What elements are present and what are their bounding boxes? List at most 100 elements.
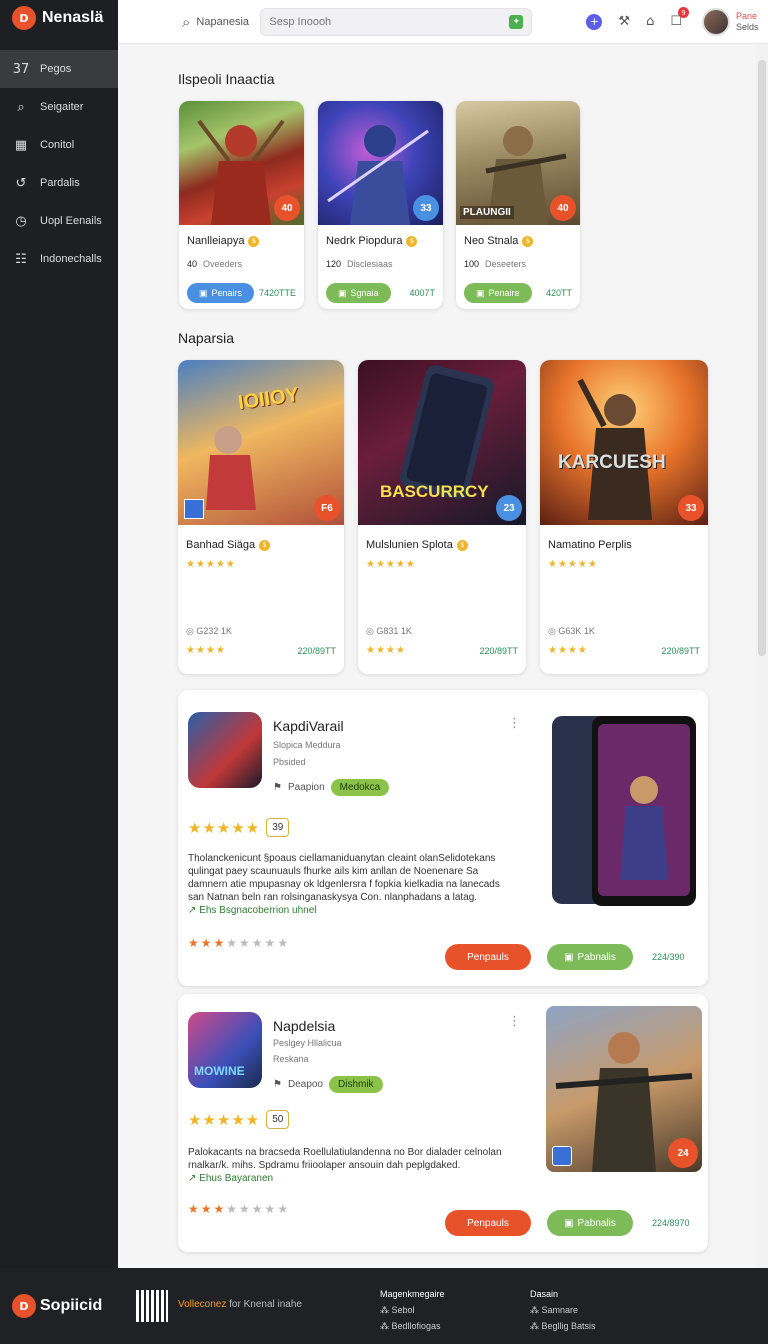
avatar[interactable] — [701, 7, 730, 36]
bag-icon: ▣ — [338, 287, 347, 298]
bag-icon[interactable]: ⌂ — [646, 14, 654, 29]
card-meta: 120 Disclesiaas — [326, 259, 393, 269]
download-count: ◎ G63K 1K — [548, 626, 595, 636]
download-count: ◎ G232 1K — [186, 626, 232, 636]
game-card[interactable]: KARCUESH 33 Namatino Perplis ★★★★★ ◎ G63… — [540, 360, 708, 674]
sidebar-item-pardalis[interactable]: ↺ Pardalis — [0, 164, 118, 202]
star-rating: ★★★★★ — [188, 818, 261, 837]
star-rating: ★★★★★ — [186, 559, 236, 570]
game-thumbnail: BASCURRCY 23 — [358, 360, 526, 525]
primary-button[interactable]: Penpauls — [445, 944, 531, 970]
more-link[interactable]: ↗ Ehus Bayaranen — [188, 1173, 273, 1184]
sidebar-item-uopl-eenails[interactable]: ◷ Uopl Eenails — [0, 202, 118, 240]
game-thumbnail: KARCUESH 33 — [540, 360, 708, 525]
app-name[interactable]: KapdiVarail — [273, 718, 344, 734]
footer-brand[interactable]: D Sopiicid — [12, 1294, 102, 1318]
game-card[interactable]: PLAUNGII 40 Neo Stnala $ 100 Deseeters ▣ Pe… — [456, 101, 580, 309]
search-placeholder: Sesp Inoooh — [269, 15, 332, 28]
more-link[interactable]: ↗ Ehs Bsgnacoberrion uhnel — [188, 905, 316, 916]
coin-icon: $ — [259, 539, 271, 551]
app-icon[interactable]: MOWINE — [188, 1012, 262, 1088]
sidebar-item-seigaiter[interactable]: ⌕ Seigaiter — [0, 88, 118, 126]
sidebar-item-indonechalls[interactable]: ☷ Indonechalls — [0, 240, 118, 278]
card-action-button[interactable]: ▣ Sgnaia — [326, 283, 391, 303]
tag-icon: ⚑ — [273, 782, 282, 793]
footer-heading: Magenkmegaire — [380, 1289, 445, 1299]
more-options-icon[interactable]: ⋮ — [508, 1014, 521, 1029]
footer-column: Dasain ⁂ Samnare ⁂ Begllig Batsis — [530, 1286, 596, 1334]
footer-link[interactable]: ⁂ Bedllofiogas — [380, 1318, 445, 1334]
app-developer: Slopica Meddura — [273, 740, 341, 750]
breadcrumb[interactable]: Napanesia — [196, 16, 256, 28]
user-rating[interactable]: ★★★★★★★★ — [188, 1202, 290, 1216]
star-rating: ★★★★★ — [548, 559, 598, 570]
search-submit-icon[interactable]: ✦ — [509, 14, 524, 29]
sidebar-item-conitol[interactable]: ▦ Conitol — [0, 126, 118, 164]
phone-screenshot[interactable] — [550, 710, 700, 910]
footer-link[interactable]: ⁂ Begllig Batsis — [530, 1318, 596, 1334]
game-screenshot[interactable]: 24 — [546, 1006, 702, 1172]
game-card[interactable]: 33 Nedrk Piopdura $ 120 Disclesiaas ▣ Sgnai… — [318, 101, 443, 309]
sidebar-item-pegos[interactable]: 37 Pegos — [0, 50, 118, 88]
chip-label: Paapion — [287, 782, 325, 793]
app-icon-title: MOWINE — [194, 1064, 245, 1078]
game-banner: PLAUNGII — [460, 206, 514, 219]
price-label: 224/390 — [652, 952, 685, 962]
search-icon[interactable]: ⌕ — [182, 13, 190, 31]
card-action-button[interactable]: ▣ Penaire — [464, 283, 532, 303]
star-rating: ★★★★ — [548, 645, 588, 656]
app-description: Palokacants na bracseda Roellulatiulande… — [188, 1147, 502, 1184]
score-badge: 33 — [413, 195, 439, 221]
card-price: 220/89TT — [479, 645, 518, 656]
user-subtitle: Selds — [735, 21, 759, 32]
card-price: 420TT — [545, 288, 572, 298]
footer-link[interactable]: ⁂ Samnare — [530, 1302, 596, 1318]
sidebar-item-label: Uopl Eenails — [40, 215, 102, 227]
card-title: Banhad Siäga $ — [186, 539, 336, 551]
scrollbar[interactable] — [758, 60, 766, 656]
tag-icon: ⚑ — [273, 1079, 282, 1090]
bag-icon: ▣ — [564, 1217, 574, 1229]
rating-value: 39 — [266, 818, 290, 837]
category-chip[interactable]: Medokca — [330, 779, 390, 796]
app-name[interactable]: Napdelsia — [273, 1018, 335, 1034]
grid-icon: ▦ — [14, 137, 28, 153]
key-icon[interactable]: ⚒ — [618, 14, 630, 29]
rating-value: 50 — [266, 1110, 290, 1129]
footer-heading: Dasain — [530, 1289, 559, 1299]
card-title: Nedrk Piopdura $ — [326, 235, 435, 247]
primary-button[interactable]: Penpauls — [445, 1210, 531, 1236]
more-options-icon[interactable]: ⋮ — [508, 716, 521, 731]
category-chip[interactable]: Dishmik — [329, 1076, 383, 1093]
secondary-button[interactable]: ▣ Pabnalis — [547, 1210, 633, 1236]
app-description: Tholanckenicunt §poaus ciellamaniduanyta… — [188, 853, 500, 916]
bag-icon: ▣ — [564, 951, 574, 963]
card-action-button[interactable]: ▣ Penairs — [187, 283, 255, 303]
clock-icon: ◷ — [15, 213, 27, 229]
game-card[interactable]: 40 Nanlleiapya $ 40 Oveeders ▣ Penairs 7420… — [179, 101, 304, 309]
app-icon[interactable] — [188, 712, 262, 788]
brand[interactable]: D Nenaslä — [0, 0, 118, 36]
chip-label: Deapoo — [287, 1079, 323, 1090]
app-listing: KapdiVarail Slopica Meddura Pbsided ⋮ ⚑ P… — [178, 690, 708, 986]
game-card[interactable]: IOIIOY F6 Banhad Siäga $ ★★★★★ ◎ G232 1K … — [178, 360, 344, 674]
card-meta: 100 Deseeters — [464, 259, 527, 269]
coin-icon: $ — [406, 235, 418, 247]
download-count: ◎ G831 1K — [366, 626, 412, 636]
secondary-button[interactable]: ▣ Pabnalis — [547, 944, 633, 970]
footer-link[interactable]: ⁂ Sebol — [380, 1302, 445, 1318]
star-rating: ★★★★★ — [188, 1110, 261, 1129]
bag-icon: ▣ — [476, 287, 485, 298]
add-icon[interactable]: + — [586, 13, 603, 30]
top-bar: ⌕ Napanesia Sesp Inoooh ✦ + ⚒ ⌂ ☐ 9 Pane … — [118, 0, 768, 44]
user-info[interactable]: Pane Selds — [736, 11, 759, 33]
game-card[interactable]: BASCURRCY 23 Mulslunien Splota $ ★★★★★ ◎ … — [358, 360, 526, 674]
game-thumbnail: PLAUNGII 40 — [456, 101, 580, 225]
user-rating[interactable]: ★★★★★★★★ — [188, 936, 290, 950]
search-icon: ⌕ — [17, 99, 25, 115]
sidebar-item-label: Pardalis — [40, 177, 80, 189]
app-logo-icon: D — [12, 6, 36, 30]
footer: D Sopiicid Volleconez for Knenal inahe Ma… — [0, 1268, 768, 1344]
search-input[interactable]: Sesp Inoooh ✦ — [260, 7, 533, 36]
bell-icon[interactable]: ☐ 9 — [670, 7, 689, 29]
